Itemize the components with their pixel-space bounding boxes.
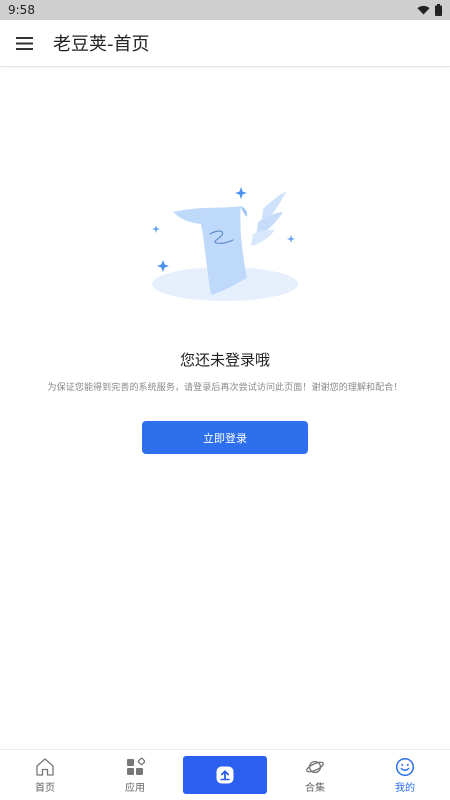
app-bar: 老豆荚-首页 [0, 20, 450, 67]
bottom-navigation: 首页 应用 合集 我的 [0, 749, 450, 800]
nav-item-mine[interactable]: 我的 [360, 750, 450, 800]
nav-item-home[interactable]: 首页 [0, 750, 90, 800]
apps-grid-icon [127, 757, 145, 775]
nav-label-mine: 我的 [395, 782, 415, 794]
nav-label-apps: 应用 [125, 782, 145, 794]
battery-icon [435, 4, 442, 16]
nav-item-apps[interactable]: 应用 [90, 750, 180, 800]
login-button[interactable]: 立即登录 [142, 421, 308, 454]
empty-state-title: 您还未登录哦 [179, 351, 270, 369]
menu-button[interactable] [14, 33, 34, 53]
hamburger-menu-icon [15, 36, 33, 50]
status-icons [417, 4, 442, 16]
upload-button[interactable] [183, 756, 267, 794]
empty-state-illustration [152, 187, 298, 301]
planet-icon [306, 760, 324, 773]
status-time: 9:58 [8, 3, 35, 17]
nav-label-collection: 合集 [305, 782, 325, 794]
page-title: 老豆荚-首页 [53, 34, 150, 55]
status-bar: 9:58 [0, 0, 450, 20]
upload-icon [216, 766, 234, 784]
smiley-face-icon [395, 757, 415, 776]
nav-item-collection[interactable]: 合集 [270, 750, 360, 800]
nav-label-home: 首页 [35, 782, 55, 794]
home-icon [36, 757, 54, 776]
empty-state-description: 为保证您能得到完善的系统服务，请登录后再次尝试访问此页面！谢谢您的理解和配合！ [47, 383, 403, 393]
upload-slot [180, 750, 270, 800]
wifi-icon [417, 5, 430, 15]
